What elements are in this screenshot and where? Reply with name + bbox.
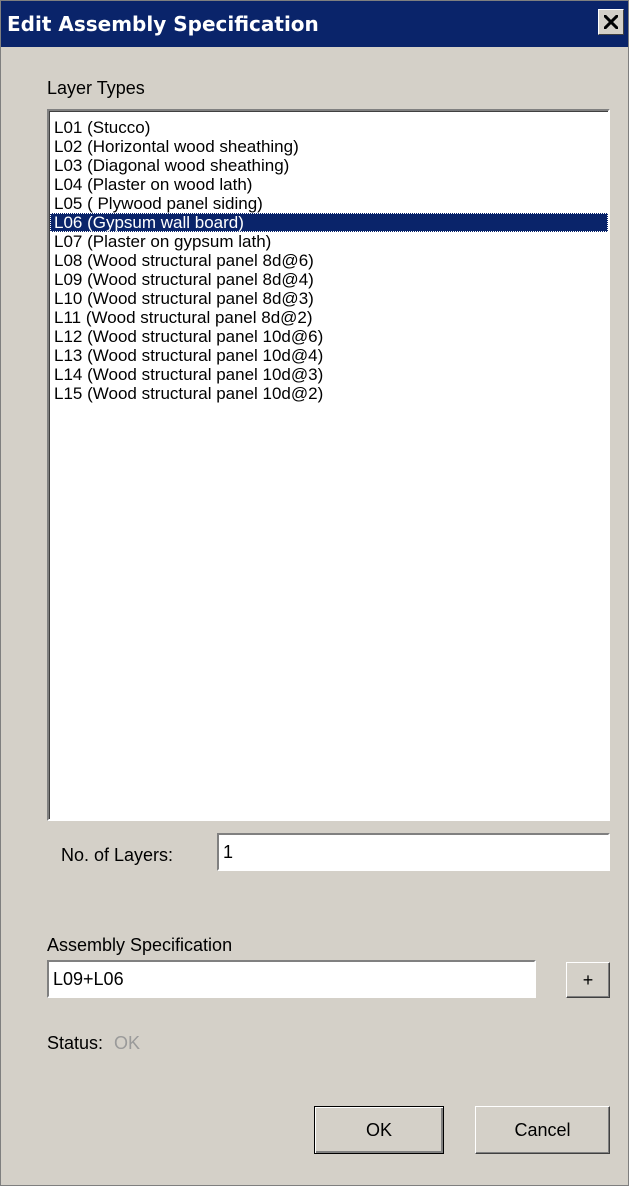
title-bar[interactable]: Edit Assembly Specification — [1, 1, 628, 47]
layers-count-label: No. of Layers: — [61, 845, 174, 865]
layer-type-item[interactable]: L13 (Wood structural panel 10d@4) — [50, 346, 608, 365]
close-button[interactable] — [598, 9, 624, 35]
layer-type-item[interactable]: L12 (Wood structural panel 10d@6) — [50, 327, 608, 346]
layer-type-item[interactable]: L04 (Plaster on wood lath) — [50, 175, 608, 194]
layers-count-input[interactable] — [217, 833, 610, 871]
layer-type-item[interactable]: L14 (Wood structural panel 10d@3) — [50, 365, 608, 384]
layer-type-item[interactable]: L06 (Gypsum wall board) — [50, 213, 608, 232]
layer-type-item[interactable]: L05 ( Plywood panel siding) — [50, 194, 608, 213]
layer-type-item[interactable]: L10 (Wood structural panel 8d@3) — [50, 289, 608, 308]
assembly-spec-input[interactable] — [47, 960, 536, 998]
layer-type-item[interactable]: L07 (Plaster on gypsum lath) — [50, 232, 608, 251]
layer-type-item[interactable]: L09 (Wood structural panel 8d@4) — [50, 270, 608, 289]
layer-types-listbox[interactable]: L01 (Stucco) L02 (Horizontal wood sheathi… — [47, 109, 610, 821]
dialog-title: Edit Assembly Specification — [7, 12, 319, 36]
layer-type-item[interactable]: L01 (Stucco) — [50, 118, 608, 137]
edit-assembly-dialog: Edit Assembly Specification Layer Types … — [0, 0, 629, 1186]
layer-type-item[interactable]: L03 (Diagonal wood sheathing) — [50, 156, 608, 175]
cancel-button[interactable]: Cancel — [475, 1106, 610, 1154]
listbox-frame: L01 (Stucco) L02 (Horizontal wood sheathi… — [49, 111, 608, 819]
status-label: Status: — [47, 1033, 104, 1053]
close-icon — [604, 15, 618, 29]
ok-button[interactable]: OK — [314, 1106, 444, 1154]
layer-type-item[interactable]: L11 (Wood structural panel 8d@2) — [50, 308, 608, 327]
add-layer-button[interactable]: + — [566, 962, 610, 998]
layer-types-label: Layer Types — [47, 78, 145, 98]
status-value: OK — [114, 1033, 141, 1053]
assembly-spec-label: Assembly Specification — [47, 935, 233, 955]
layer-type-item[interactable]: L08 (Wood structural panel 8d@6) — [50, 251, 608, 270]
layer-type-item[interactable]: L02 (Horizontal wood sheathing) — [50, 137, 608, 156]
layer-type-item[interactable]: L15 (Wood structural panel 10d@2) — [50, 384, 608, 403]
layer-types-list[interactable]: L01 (Stucco) L02 (Horizontal wood sheathi… — [50, 112, 608, 403]
